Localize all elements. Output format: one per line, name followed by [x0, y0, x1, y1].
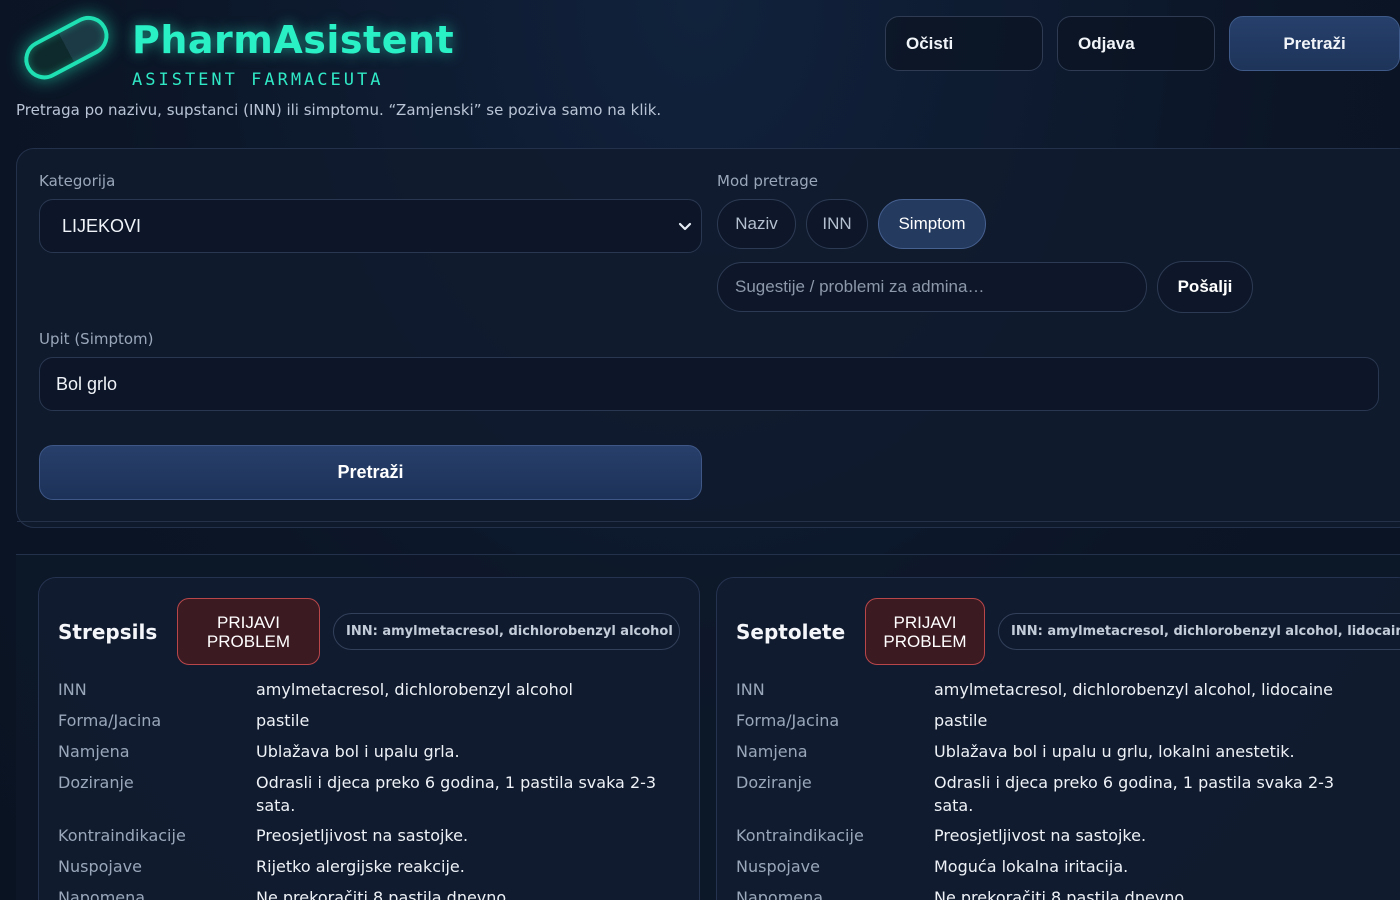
detail-row: Kontraindikacije Preosjetljivost na sasto… [58, 824, 678, 848]
drug-details: INN amylmetacresol, dichlorobenzyl alcoho… [736, 678, 1366, 900]
detail-key: Namjena [58, 742, 130, 761]
pill-capsule-icon [14, 2, 117, 88]
detail-row: Napomena Ne prekoračiti 8 pastila dnevno. [58, 886, 678, 900]
detail-value: Moguća lokalna iritacija. [934, 857, 1129, 876]
chevron-down-icon [678, 222, 692, 231]
detail-value: Ublažava bol i upalu u grlu, lokalni ane… [934, 742, 1295, 761]
detail-key: INN [736, 680, 765, 699]
logout-button[interactable]: Odjava [1057, 16, 1215, 71]
detail-value: amylmetacresol, dichlorobenzyl alcohol [256, 680, 573, 699]
detail-row: Nuspojave Rijetko alergijske reakcije. [58, 855, 678, 879]
detail-value: Preosjetljivost na sastojke. [934, 826, 1147, 845]
detail-key: Forma/Jacina [736, 711, 840, 730]
detail-row: INN amylmetacresol, dichlorobenzyl alcoho… [58, 678, 678, 702]
detail-key: Forma/Jacina [58, 711, 162, 730]
category-label: Kategorija [39, 172, 116, 190]
detail-key: INN [58, 680, 87, 699]
search-mode-label: Mod pretrage [717, 172, 818, 190]
results-area: Strepsils PRIJAVI PROBLEM INN: amylmetac… [16, 554, 1400, 900]
tagline: Pretraga po nazivu, supstanci (INN) ili … [16, 101, 662, 119]
inn-badge: INN: amylmetacresol, dichlorobenzyl alco… [333, 613, 680, 650]
detail-row: Nuspojave Moguća lokalna iritacija. [736, 855, 1366, 879]
detail-value: pastile [256, 711, 310, 730]
brand-subtitle: ASISTENT FARMACEUTA [132, 70, 384, 90]
detail-key: Kontraindikacije [736, 826, 864, 845]
detail-value: Ne prekoračiti 8 pastila dnevno. [256, 888, 511, 900]
detail-key: Napomena [58, 888, 146, 900]
send-button[interactable]: Pošalji [1157, 261, 1253, 313]
detail-value: Ne prekoračiti 8 pastila dnevno. [934, 888, 1189, 900]
detail-row: Forma/Jacina pastile [736, 709, 1366, 733]
detail-value: Preosjetljivost na sastojke. [256, 826, 469, 845]
drug-name: Septolete [736, 620, 846, 644]
query-label: Upit (Simptom) [39, 330, 154, 348]
brand-title: PharmAsistent [132, 18, 455, 62]
detail-key: Kontraindikacije [58, 826, 186, 845]
detail-row: Doziranje Odrasli i djeca preko 6 godina,… [736, 771, 1366, 817]
search-panel: Kategorija LIJEKOVI Mod pretrage Naziv I… [16, 148, 1400, 528]
mode-inn-button[interactable]: INN [806, 199, 868, 249]
header-search-button[interactable]: Pretraži [1229, 16, 1400, 71]
detail-value: amylmetacresol, dichlorobenzyl alcohol, … [934, 680, 1333, 699]
detail-row: Namjena Ublažava bol i upalu u grlu, loka… [736, 740, 1366, 764]
result-card: Strepsils PRIJAVI PROBLEM INN: amylmetac… [38, 577, 700, 900]
detail-key: Doziranje [736, 773, 812, 792]
header: PharmAsistent ASISTENT FARMACEUTA Pretra… [0, 0, 1400, 140]
mode-naziv-button[interactable]: Naziv [717, 199, 796, 249]
detail-value: Odrasli i djeca preko 6 godina, 1 pastil… [256, 773, 657, 815]
panel-divider [17, 521, 1400, 522]
detail-row: Forma/Jacina pastile [58, 709, 678, 733]
category-select[interactable]: LIJEKOVI [39, 199, 702, 253]
report-label-line1: PRIJAVI [893, 612, 957, 632]
detail-row: Namjena Ublažava bol i upalu grla. [58, 740, 678, 764]
detail-key: Nuspojave [58, 857, 142, 876]
report-label-line1: PRIJAVI [217, 612, 280, 632]
report-problem-button[interactable]: PRIJAVI PROBLEM [177, 598, 320, 665]
report-problem-button[interactable]: PRIJAVI PROBLEM [865, 598, 985, 665]
detail-value: Odrasli i djeca preko 6 godina, 1 pastil… [934, 773, 1335, 815]
clear-button[interactable]: Očisti [885, 16, 1043, 71]
detail-value: pastile [934, 711, 988, 730]
detail-key: Napomena [736, 888, 824, 900]
detail-key: Namjena [736, 742, 808, 761]
query-input[interactable] [39, 357, 1379, 411]
category-select-value: LIJEKOVI [62, 215, 142, 236]
detail-value: Rijetko alergijske reakcije. [256, 857, 465, 876]
suggestion-input[interactable] [717, 262, 1147, 312]
drug-details: INN amylmetacresol, dichlorobenzyl alcoho… [58, 678, 678, 900]
drug-name: Strepsils [58, 620, 158, 644]
detail-key: Doziranje [58, 773, 134, 792]
app-root: PharmAsistent ASISTENT FARMACEUTA Pretra… [0, 0, 1400, 900]
report-label-line2: PROBLEM [883, 631, 967, 651]
detail-row: Doziranje Odrasli i djeca preko 6 godina,… [58, 771, 678, 817]
detail-value: Ublažava bol i upalu grla. [256, 742, 460, 761]
inn-badge: INN: amylmetacresol, dichlorobenzyl alco… [998, 613, 1400, 650]
report-label-line2: PROBLEM [206, 631, 291, 651]
detail-key: Nuspojave [736, 857, 820, 876]
detail-row: Kontraindikacije Preosjetljivost na sasto… [736, 824, 1366, 848]
result-card: Septolete PRIJAVI PROBLEM INN: amylmetac… [716, 577, 1400, 900]
mode-simptom-button[interactable]: Simptom [878, 199, 986, 249]
detail-row: INN amylmetacresol, dichlorobenzyl alcoho… [736, 678, 1366, 702]
detail-row: Napomena Ne prekoračiti 8 pastila dnevno. [736, 886, 1366, 900]
search-button[interactable]: Pretraži [39, 445, 702, 500]
